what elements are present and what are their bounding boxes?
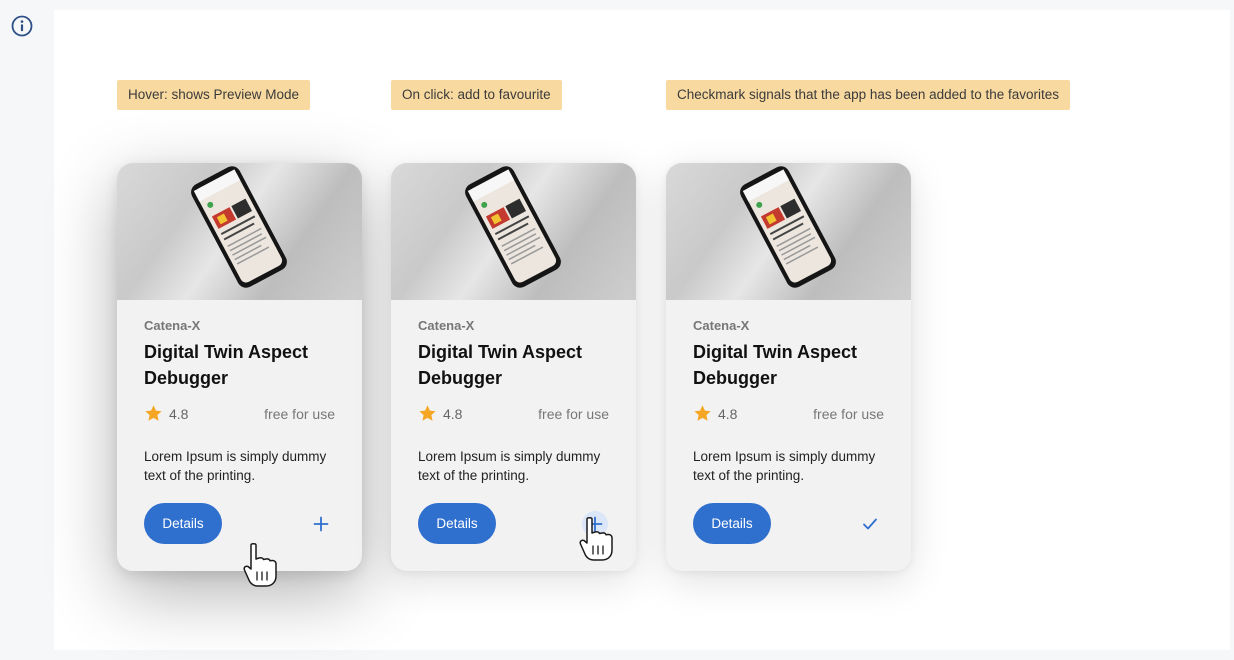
app-description: Lorem Ipsum is simply dummy text of the … (144, 449, 327, 483)
app-provider: Catena-X (418, 318, 475, 333)
app-card-click[interactable]: Catena-X Digital Twin Aspect Debugger 4.… (391, 163, 636, 571)
details-button[interactable]: Details (418, 503, 496, 544)
design-canvas: Hover: shows Preview Mode On click: add … (54, 10, 1230, 650)
app-title: Digital Twin Aspect Debugger (144, 342, 309, 388)
app-title: Digital Twin Aspect Debugger (693, 342, 858, 388)
app-image (117, 163, 362, 300)
plus-icon (313, 516, 329, 532)
app-card-hover[interactable]: Catena-X Digital Twin Aspect Debugger 4.… (117, 163, 362, 571)
app-provider: Catena-X (693, 318, 750, 333)
hand-pointer-icon (579, 516, 613, 561)
details-button[interactable]: Details (144, 503, 222, 544)
info-icon[interactable] (11, 15, 33, 37)
hand-pointer-icon (243, 542, 277, 587)
star-icon (694, 405, 711, 421)
details-button[interactable]: Details (693, 503, 771, 544)
checkmark-icon (863, 518, 877, 530)
rating-row: 4.8 free for use (693, 404, 884, 424)
rating-value: 4.8 (443, 406, 463, 422)
app-description: Lorem Ipsum is simply dummy text of the … (418, 449, 601, 483)
annotation-note-checkmark: Checkmark signals that the app has been … (666, 80, 1070, 110)
rating-row: 4.8 free for use (144, 404, 335, 424)
rating-row: 4.8 free for use (418, 404, 609, 424)
price-label: free for use (813, 406, 884, 422)
favorite-added-button[interactable] (857, 511, 883, 537)
app-image (666, 163, 911, 300)
app-provider: Catena-X (144, 318, 201, 333)
app-description: Lorem Ipsum is simply dummy text of the … (693, 449, 876, 483)
app-image (391, 163, 636, 300)
phone-photo (740, 166, 836, 288)
annotation-note-click: On click: add to favourite (391, 80, 562, 110)
price-label: free for use (264, 406, 335, 422)
phone-photo (191, 166, 287, 288)
star-icon (419, 405, 436, 421)
annotation-note-hover: Hover: shows Preview Mode (117, 80, 311, 110)
app-title: Digital Twin Aspect Debugger (418, 342, 583, 388)
add-favorite-button[interactable] (308, 511, 334, 537)
star-icon (145, 405, 162, 421)
rating-value: 4.8 (169, 406, 189, 422)
phone-photo (465, 166, 561, 288)
price-label: free for use (538, 406, 609, 422)
app-card-added[interactable]: Catena-X Digital Twin Aspect Debugger 4.… (666, 163, 911, 571)
rating-value: 4.8 (718, 406, 738, 422)
